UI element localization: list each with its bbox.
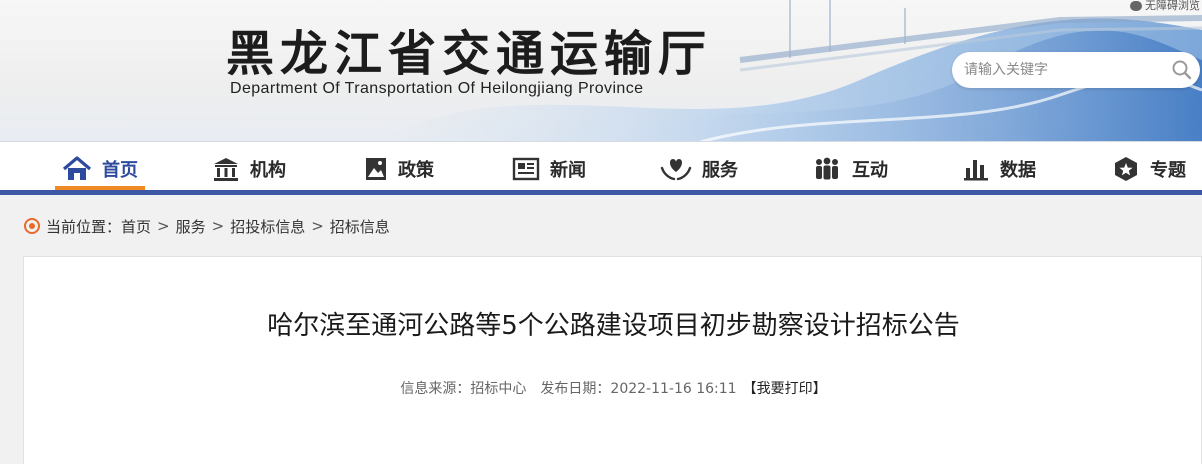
nav-item-label: 首页 bbox=[102, 160, 138, 181]
star-badge-icon bbox=[1115, 157, 1137, 181]
breadcrumb-item-home[interactable]: 首页 bbox=[121, 216, 151, 237]
breadcrumb-separator: > bbox=[211, 217, 225, 235]
accessibility-link[interactable]: 无障碍浏览 bbox=[1130, 0, 1200, 13]
breadcrumb-separator: > bbox=[157, 217, 170, 235]
building-icon bbox=[214, 158, 238, 181]
nav-item-label: 服务 bbox=[702, 160, 738, 181]
nav-underline bbox=[0, 190, 1202, 195]
breadcrumb-prefix: 当前位置： bbox=[46, 217, 122, 236]
site-banner: 黑龙江省交通运输厅 Department Of Transportation O… bbox=[0, 0, 1202, 142]
search-box bbox=[952, 52, 1200, 88]
article-panel: 哈尔滨至通河公路等5个公路建设项目初步勘察设计招标公告 信息来源：招标中心 发布日… bbox=[23, 256, 1202, 464]
bar-chart-icon bbox=[964, 160, 988, 181]
nav-item-home[interactable]: 首页 bbox=[62, 152, 138, 186]
source-value: 招标中心 bbox=[470, 381, 527, 397]
date-label: 发布日期： bbox=[540, 381, 611, 397]
accessibility-icon bbox=[1130, 1, 1142, 11]
print-button[interactable]: 【我要打印】 bbox=[743, 381, 827, 397]
picture-icon bbox=[366, 158, 386, 180]
breadcrumb-item-tender[interactable]: 招标信息 bbox=[330, 216, 390, 237]
nav-item-topics[interactable]: 专题 bbox=[1112, 152, 1186, 186]
newspaper-icon bbox=[512, 157, 540, 181]
site-title: 黑龙江省交通运输厅 bbox=[226, 26, 713, 82]
active-nav-marker bbox=[55, 186, 145, 190]
nav-item-interaction[interactable]: 互动 bbox=[812, 152, 888, 186]
nav-item-policy[interactable]: 政策 bbox=[364, 152, 434, 186]
people-icon bbox=[816, 157, 838, 180]
location-icon bbox=[24, 218, 40, 234]
nav-item-label: 政策 bbox=[398, 160, 434, 181]
heart-hands-icon bbox=[660, 159, 692, 181]
breadcrumb: 当前位置： 首页 > 服务 > 招投标信息 > 招标信息 bbox=[24, 214, 390, 238]
publish-date: 2022-11-16 16:11 bbox=[610, 381, 737, 397]
article-title: 哈尔滨至通河公路等5个公路建设项目初步勘察设计招标公告 bbox=[267, 311, 960, 341]
nav-item-service[interactable]: 服务 bbox=[660, 152, 738, 186]
accessibility-label: 无障碍浏览 bbox=[1145, 0, 1200, 12]
article-meta: 信息来源：招标中心 发布日期：2022-11-16 16:11 【我要打印】 bbox=[24, 378, 1202, 398]
home-icon bbox=[62, 156, 92, 180]
site-subtitle: Department Of Transportation Of Heilongj… bbox=[230, 80, 644, 97]
breadcrumb-item-service[interactable]: 服务 bbox=[176, 216, 206, 237]
nav-item-organization[interactable]: 机构 bbox=[212, 152, 286, 186]
source-label: 信息来源： bbox=[400, 381, 471, 397]
nav-item-news[interactable]: 新闻 bbox=[512, 152, 586, 186]
nav-item-label: 数据 bbox=[1000, 160, 1036, 181]
breadcrumb-separator: > bbox=[311, 217, 324, 235]
nav-item-label: 新闻 bbox=[550, 160, 586, 181]
search-input[interactable] bbox=[964, 60, 1164, 80]
nav-item-data[interactable]: 数据 bbox=[962, 152, 1036, 186]
nav-item-label: 互动 bbox=[852, 160, 888, 181]
page: 黑龙江省交通运输厅 Department Of Transportation O… bbox=[0, 0, 1202, 464]
breadcrumb-item-bidding[interactable]: 招投标信息 bbox=[230, 216, 305, 237]
nav-item-label: 专题 bbox=[1150, 160, 1186, 181]
nav-item-label: 机构 bbox=[250, 160, 286, 181]
search-icon[interactable] bbox=[1170, 58, 1194, 82]
